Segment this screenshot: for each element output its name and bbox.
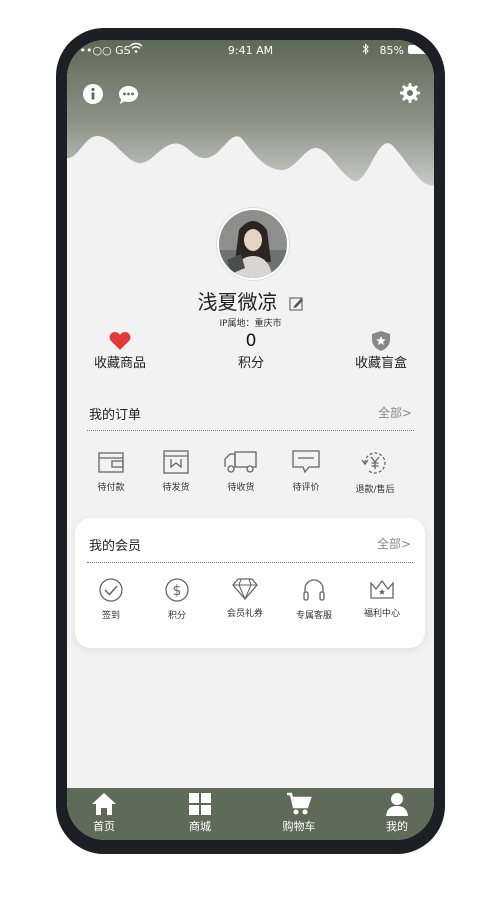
avatar[interactable]	[217, 208, 289, 280]
check-circle-icon	[99, 578, 123, 602]
tab-label: 购物车	[282, 820, 316, 833]
tab-cart[interactable]: 购物车	[264, 788, 334, 840]
item-label: 待评价	[292, 483, 320, 493]
stat-points[interactable]: 0 积分	[206, 330, 296, 371]
order-pending-shipment[interactable]: 待发货	[141, 450, 211, 493]
member-service[interactable]: 专属客服	[279, 578, 349, 621]
order-refund[interactable]: 退款/售后	[340, 450, 410, 495]
gear-icon[interactable]	[400, 83, 420, 103]
order-pending-review[interactable]: 待评价	[271, 450, 341, 493]
package-icon	[163, 450, 189, 474]
tab-mine[interactable]: 我的	[362, 788, 432, 840]
divider	[87, 430, 414, 431]
orders-section: 我的订单 全部> 待付款 待发货 待收货 待评价 退款/售后	[67, 400, 434, 500]
battery-icon	[408, 45, 428, 54]
item-label: 退款/售后	[355, 485, 395, 495]
section-title: 我的订单	[89, 408, 142, 423]
orders-all-link[interactable]: 全部>	[378, 404, 412, 421]
shield-star-icon	[372, 331, 390, 351]
tab-home[interactable]: 首页	[69, 788, 139, 840]
order-pending-payment[interactable]: 待付款	[76, 450, 146, 493]
cart-icon	[287, 792, 312, 815]
stat-label: 积分	[237, 356, 264, 371]
stat-favorite-blindbox[interactable]: 收藏盲盒	[336, 330, 426, 371]
comment-icon	[292, 450, 320, 474]
edit-icon[interactable]	[288, 296, 304, 311]
membership-card: 我的会员 全部> 签到 $ 积分 会员礼券 专属客服 福利中心	[75, 518, 425, 648]
username: 浅夏微凉	[197, 290, 278, 314]
chat-icon[interactable]	[118, 85, 139, 105]
stat-favorite-goods[interactable]: 收藏商品	[75, 330, 165, 371]
bluetooth-icon	[362, 43, 369, 55]
divider	[87, 562, 413, 563]
crown-icon	[370, 579, 394, 599]
dollar-circle-icon: $	[165, 578, 189, 602]
order-pending-receipt[interactable]: 待收货	[206, 450, 276, 493]
item-label: 待发货	[162, 483, 190, 493]
stat-label: 收藏商品	[93, 356, 146, 371]
item-label: 积分	[167, 611, 186, 621]
status-bar: •••○○ GS 9:41 AM 85%	[67, 40, 434, 62]
stat-value: 0	[245, 331, 257, 351]
member-coupons[interactable]: 会员礼券	[210, 578, 280, 619]
member-points[interactable]: $ 积分	[142, 578, 212, 621]
username-row: 浅夏微凉	[67, 286, 434, 315]
item-label: 专属客服	[295, 611, 332, 621]
home-icon	[92, 793, 116, 815]
bottom-tab-bar: 首页 商城 购物车 我的	[67, 788, 434, 840]
tab-label: 首页	[93, 820, 115, 833]
svg-text:$: $	[173, 583, 182, 599]
tab-label: 我的	[386, 820, 408, 833]
item-label: 会员礼券	[226, 609, 263, 619]
phone-frame: •••○○ GS 9:41 AM 85% 浅夏微凉 IP属地：重庆市 收藏商品 …	[56, 28, 445, 854]
truck-icon	[224, 451, 257, 473]
tab-label: 商城	[189, 820, 211, 833]
ip-location: IP属地：重庆市	[219, 319, 282, 329]
wallet-icon	[98, 452, 124, 473]
stat-label: 收藏盲盒	[354, 356, 407, 371]
header-background	[67, 40, 434, 186]
membership-all-link[interactable]: 全部>	[377, 535, 411, 552]
battery-percent: 85%	[379, 44, 404, 57]
avatar-image	[219, 210, 287, 278]
app-screen: •••○○ GS 9:41 AM 85% 浅夏微凉 IP属地：重庆市 收藏商品 …	[67, 40, 434, 840]
grid-icon	[189, 793, 211, 815]
diamond-icon	[232, 578, 258, 600]
item-label: 签到	[101, 611, 120, 621]
item-label: 待收货	[227, 483, 255, 493]
info-icon[interactable]	[83, 84, 103, 104]
refund-icon	[361, 452, 386, 474]
member-welfare[interactable]: 福利中心	[347, 578, 417, 619]
item-label: 待付款	[97, 483, 125, 493]
heart-icon	[109, 332, 131, 350]
headphones-icon	[303, 579, 325, 601]
member-checkin[interactable]: 签到	[76, 578, 146, 621]
item-label: 福利中心	[363, 609, 400, 619]
section-title: 我的会员	[89, 539, 142, 554]
tab-mall[interactable]: 商城	[165, 788, 235, 840]
user-icon	[386, 793, 408, 816]
